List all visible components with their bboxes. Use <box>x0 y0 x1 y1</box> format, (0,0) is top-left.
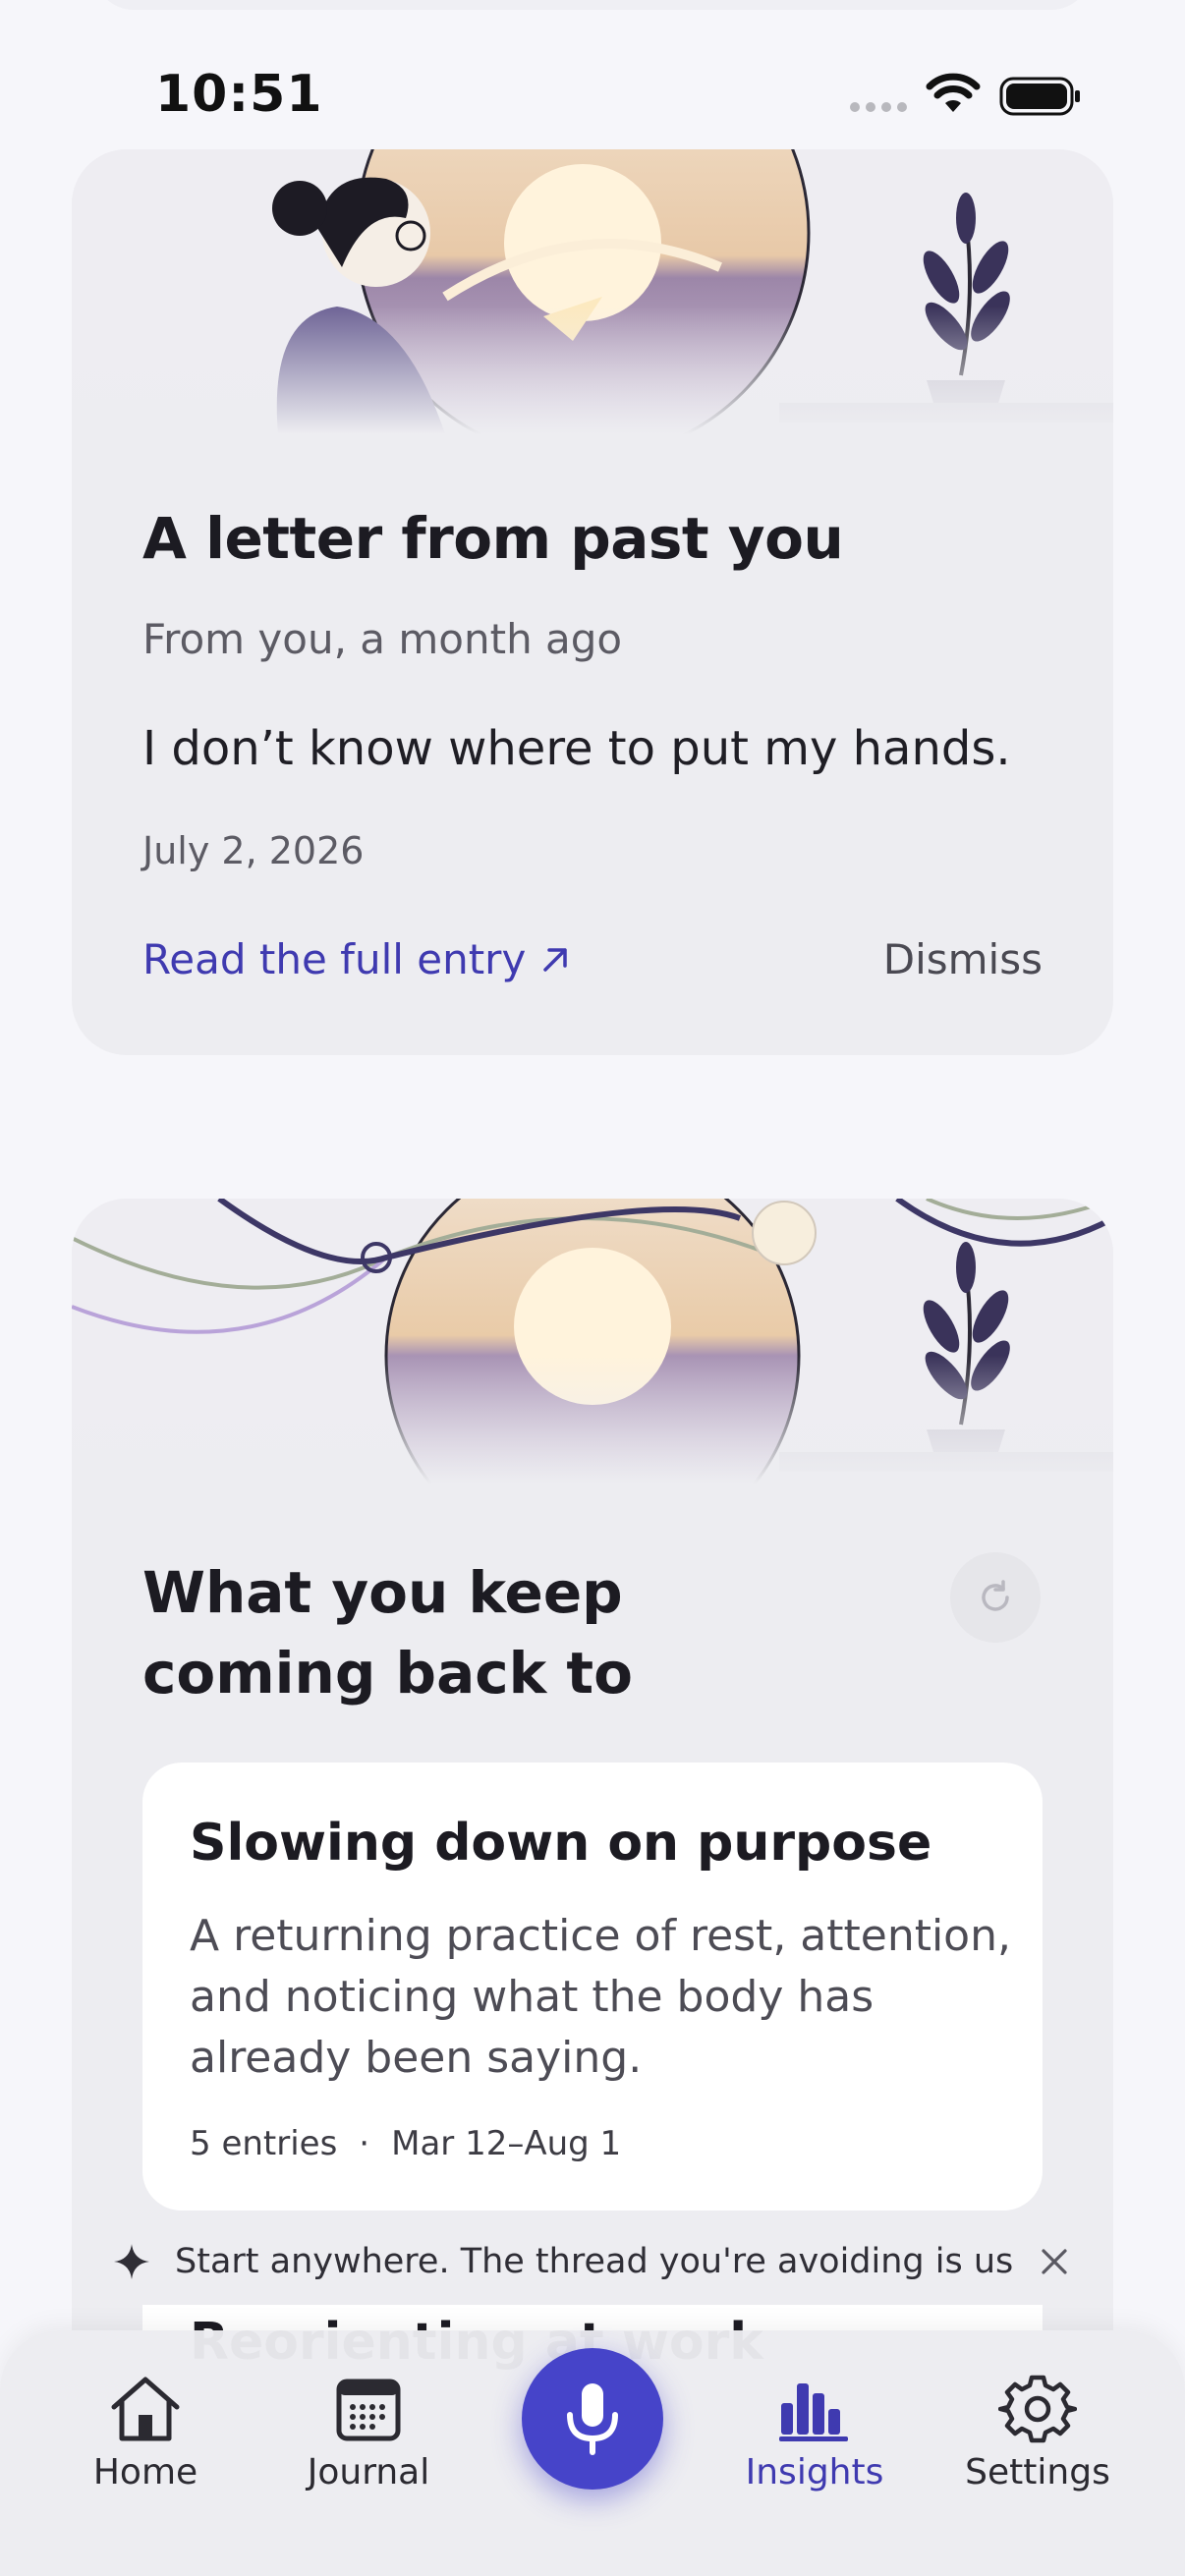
theme-card[interactable]: Slowing down on purpose A returning prac… <box>142 1763 1043 2211</box>
tip-banner: Start anywhere. The thread you're avoidi… <box>98 2230 1081 2293</box>
tab-journal[interactable]: Journal <box>270 2374 467 2492</box>
dismiss-button[interactable]: Dismiss <box>883 935 1043 983</box>
wifi-icon <box>926 73 981 112</box>
calendar-icon <box>336 2379 401 2441</box>
theme-date-range: Mar 12–Aug 1 <box>391 2124 622 2163</box>
status-time: 10:51 <box>155 65 323 124</box>
letter-quote: I don’t know where to put my hands. <box>142 721 1011 776</box>
theme-entry-count: 5 entries <box>190 2124 338 2163</box>
sparkle-icon <box>114 2244 149 2279</box>
letter-subtitle: From you, a month ago <box>142 615 623 663</box>
close-icon[interactable] <box>1040 2247 1069 2276</box>
theme-description: A returning practice of rest, attention,… <box>190 1911 1011 2083</box>
refresh-icon <box>982 1580 1009 1611</box>
tab-label: Home <box>92 2452 198 2492</box>
read-full-entry-link[interactable]: Read the full entry <box>142 935 571 983</box>
tab-settings[interactable]: Settings <box>939 2374 1136 2492</box>
themes-title: What you keep coming back to <box>142 1559 633 1707</box>
tab-home[interactable]: Home <box>47 2374 244 2492</box>
battery-icon <box>999 77 1080 116</box>
tab-insights[interactable]: Insights <box>716 2374 913 2492</box>
arrow-up-right-icon <box>543 947 568 972</box>
tab-label: Journal <box>307 2452 430 2492</box>
tip-text: Start anywhere. The thread you're avoidi… <box>175 2242 1016 2281</box>
letter-card: A letter from past you From you, a month… <box>72 149 1113 1055</box>
record-button[interactable] <box>522 2348 663 2490</box>
tab-label: Settings <box>965 2452 1110 2492</box>
meta-separator: · <box>359 2124 370 2163</box>
microphone-icon <box>567 2383 618 2455</box>
letter-date: July 2, 2026 <box>142 829 365 872</box>
theme-meta: 5 entries · Mar 12–Aug 1 <box>190 2124 621 2163</box>
letter-title: A letter from past you <box>142 505 844 572</box>
letter-illustration <box>72 149 1113 434</box>
read-full-entry-label: Read the full entry <box>142 935 527 983</box>
status-bar: 10:51 <box>0 0 1185 147</box>
tab-label: Insights <box>745 2452 884 2492</box>
bar-chart-icon <box>779 2383 848 2441</box>
cellular-signal-icon <box>850 102 907 112</box>
theme-title: Slowing down on purpose <box>190 1814 932 1873</box>
gear-icon <box>998 2375 1077 2443</box>
refresh-themes-button[interactable] <box>950 1552 1041 1643</box>
themes-illustration <box>72 1199 1113 1484</box>
home-icon <box>111 2377 180 2441</box>
